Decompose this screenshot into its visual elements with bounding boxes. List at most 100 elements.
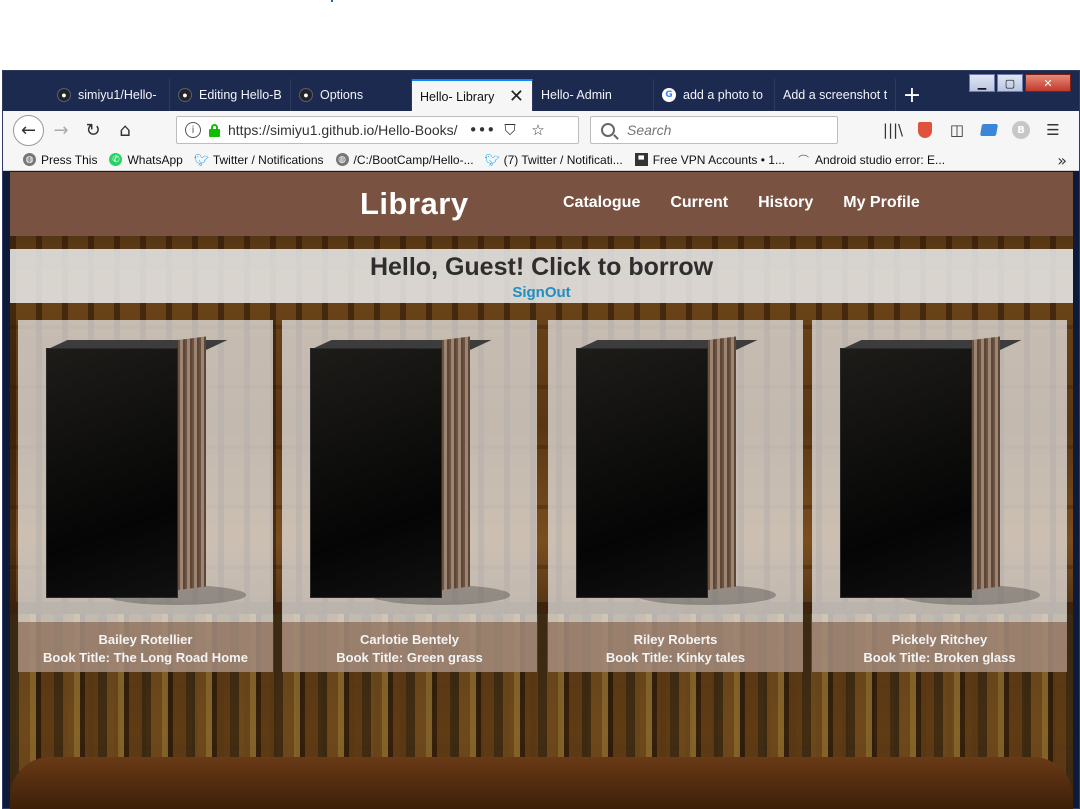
- github-icon: ●: [178, 88, 192, 102]
- browser-window: ● simiyu1/Hello- ● Editing Hello-B ● Opt…: [2, 70, 1080, 809]
- bookmark-star-icon[interactable]: ☆: [524, 121, 552, 139]
- bookmark-label: Twitter / Notifications: [212, 152, 324, 167]
- book-cover-image: [310, 336, 510, 605]
- sidebar-icon[interactable]: ◫: [941, 117, 973, 143]
- tab-add-screenshot[interactable]: Add a screenshot to: [775, 79, 896, 111]
- bookmark-label: Press This: [41, 152, 98, 167]
- bookmarks-bar: ◍ Press This ✆ WhatsApp 🐦︎ Twitter / Not…: [3, 149, 1079, 171]
- search-input[interactable]: [627, 122, 827, 138]
- tab-label: Options: [320, 88, 364, 102]
- whatsapp-icon: ✆: [109, 153, 123, 166]
- site-brand[interactable]: Library: [360, 186, 469, 222]
- new-tab-button[interactable]: +: [896, 79, 928, 111]
- close-window-button[interactable]: ✕: [1025, 74, 1071, 92]
- signout-link[interactable]: SignOut: [10, 284, 1073, 301]
- bookmark-label: (7) Twitter / Notificati...: [503, 152, 623, 167]
- tab-strip: ● simiyu1/Hello- ● Editing Hello-B ● Opt…: [49, 79, 928, 112]
- page-actions-icon[interactable]: •••: [468, 121, 496, 139]
- book-caption: Carlotie Bentely Book Title: Green grass: [282, 622, 537, 672]
- bookmark-android-studio[interactable]: ⌒ Android studio error: E...: [797, 153, 945, 167]
- book-title-prefix: Book Title:: [43, 650, 114, 665]
- globe-icon: ◍: [23, 153, 36, 166]
- bookmark-twitter-7[interactable]: 🐦︎ (7) Twitter / Notificati...: [484, 152, 623, 167]
- nav-catalogue[interactable]: Catalogue: [563, 194, 640, 212]
- tab-label: simiyu1/Hello-: [78, 88, 157, 102]
- book-author: Riley Roberts: [633, 632, 718, 647]
- book-cover-image: [46, 336, 246, 605]
- url-text[interactable]: https://simiyu1.github.io/Hello-Books/: [228, 122, 460, 138]
- book-grid: Bailey Rotellier Book Title: The Long Ro…: [18, 320, 1068, 672]
- site-nav-links: Catalogue Current History My Profile: [563, 194, 950, 212]
- search-icon: [601, 123, 615, 137]
- bookmark-twitter-notifications[interactable]: 🐦︎ Twitter / Notifications: [194, 152, 324, 167]
- url-bar[interactable]: i https://simiyu1.github.io/Hello-Books/…: [176, 116, 579, 144]
- greeting-banner: Hello, Guest! Click to borrow SignOut: [10, 249, 1073, 303]
- vpn-icon: ▀: [634, 153, 648, 166]
- tab-options[interactable]: ● Options: [291, 79, 412, 111]
- pocket-icon[interactable]: ⛉: [496, 121, 524, 139]
- home-button[interactable]: ⌂: [110, 115, 140, 145]
- site-navbar: Library Catalogue Current History My Pro…: [10, 172, 1073, 236]
- reload-button[interactable]: ↻: [78, 115, 108, 145]
- android-icon: ⌒: [797, 153, 809, 167]
- book-title-prefix: Book Title:: [863, 650, 934, 665]
- bookmark-press-this[interactable]: ◍ Press This: [23, 153, 97, 167]
- nav-my-profile[interactable]: My Profile: [843, 194, 919, 212]
- bookmark-label: Free VPN Accounts • 1...: [652, 152, 785, 167]
- close-tab-icon[interactable]: ✕: [509, 87, 524, 106]
- nav-current[interactable]: Current: [670, 194, 728, 212]
- maximize-button[interactable]: ▢: [997, 74, 1023, 92]
- tab-add-photo[interactable]: G add a photo to: [654, 79, 775, 111]
- book-title: Green grass: [406, 650, 483, 665]
- b-extension-icon[interactable]: B: [1005, 117, 1037, 143]
- bookmark-free-vpn[interactable]: ▀ Free VPN Accounts • 1...: [634, 152, 785, 167]
- back-button[interactable]: ←: [13, 114, 44, 146]
- bookmark-label: WhatsApp: [127, 152, 183, 167]
- book-card[interactable]: Pickely Ritchey Book Title: Broken glass: [812, 320, 1067, 672]
- tab-hello-library[interactable]: Hello- Library ✕: [412, 79, 533, 112]
- nav-history[interactable]: History: [758, 194, 813, 212]
- tab-simiyu1[interactable]: ● simiyu1/Hello-: [49, 79, 170, 111]
- book-card[interactable]: Carlotie Bentely Book Title: Green grass: [282, 320, 537, 672]
- search-bar[interactable]: [590, 116, 838, 144]
- book-title-line: Book Title: Kinky tales: [548, 649, 803, 667]
- book-cover-image: [840, 336, 1040, 605]
- github-icon: ●: [299, 88, 313, 102]
- forward-button[interactable]: →: [46, 115, 76, 145]
- lock-icon: [209, 123, 220, 137]
- menu-icon[interactable]: ☰: [1037, 117, 1069, 143]
- stray-pixel: [331, 0, 333, 2]
- book-title-line: Book Title: Green grass: [282, 649, 537, 667]
- tab-label: Hello- Admin: [541, 88, 612, 102]
- tab-label: Add a screenshot to: [783, 88, 887, 102]
- book-card[interactable]: Bailey Rotellier Book Title: The Long Ro…: [18, 320, 273, 672]
- window-controls: ▁ ▢ ✕: [967, 74, 1071, 92]
- browser-tools: |||\ ◫ B ☰: [877, 117, 1069, 143]
- tab-hello-admin[interactable]: Hello- Admin: [533, 79, 654, 111]
- book-title-prefix: Book Title:: [336, 650, 407, 665]
- bookmark-whatsapp[interactable]: ✆ WhatsApp: [109, 152, 183, 167]
- google-icon: G: [662, 88, 676, 102]
- book-cover-image: [576, 336, 776, 605]
- info-icon[interactable]: i: [185, 122, 201, 138]
- title-bar: ● simiyu1/Hello- ● Editing Hello-B ● Opt…: [3, 71, 1079, 112]
- book-caption: Bailey Rotellier Book Title: The Long Ro…: [18, 622, 273, 672]
- screen: ● simiyu1/Hello- ● Editing Hello-B ● Opt…: [0, 0, 1080, 809]
- book-card[interactable]: Riley Roberts Book Title: Kinky tales: [548, 320, 803, 672]
- bookmark-bootcamp[interactable]: ◍ /C:/BootCamp/Hello-...: [335, 152, 474, 167]
- tab-editing-hello[interactable]: ● Editing Hello-B: [170, 79, 291, 111]
- shield-extension-icon[interactable]: [909, 117, 941, 143]
- book-caption: Pickely Ritchey Book Title: Broken glass: [812, 622, 1067, 672]
- book-title-line: Book Title: The Long Road Home: [18, 649, 273, 667]
- book-author: Carlotie Bentely: [360, 632, 459, 647]
- graduation-cap-icon[interactable]: [973, 117, 1005, 143]
- greeting-title: Hello, Guest! Click to borrow: [369, 253, 714, 281]
- minimize-button[interactable]: ▁: [969, 74, 995, 92]
- github-icon: ●: [57, 88, 71, 102]
- book-author: Bailey Rotellier: [98, 632, 193, 647]
- more-bookmarks-icon[interactable]: »: [1057, 151, 1067, 170]
- library-icon[interactable]: |||\: [877, 117, 909, 143]
- twitter-icon: 🐦︎: [484, 152, 500, 167]
- bookmark-label: /C:/BootCamp/Hello-...: [353, 152, 474, 167]
- book-title-line: Book Title: Broken glass: [812, 649, 1067, 667]
